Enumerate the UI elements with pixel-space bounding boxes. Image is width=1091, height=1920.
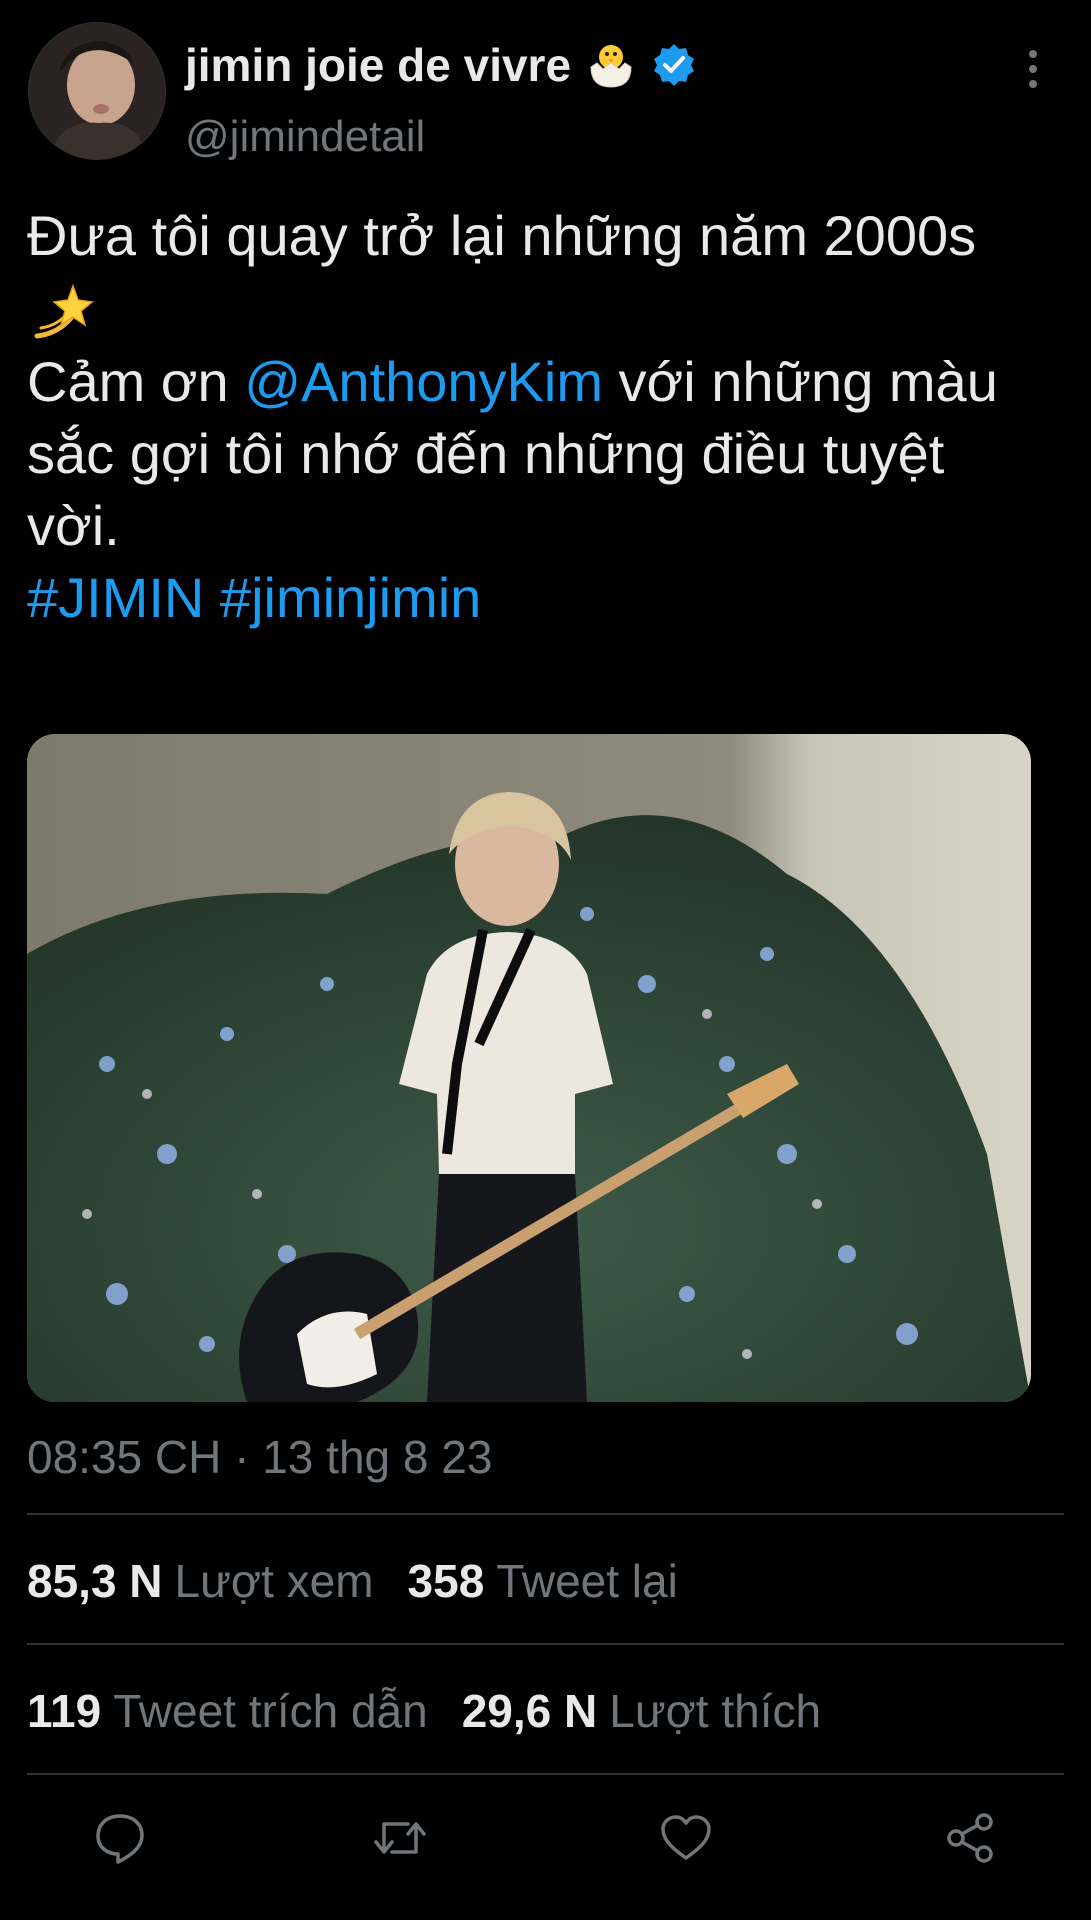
retweets-stat[interactable]: 358 Tweet lại (408, 1554, 678, 1608)
tweet-line: Cảm ơn @AnthonyKim với những màu (27, 346, 1077, 418)
likes-label: Lượt thích (609, 1685, 822, 1737)
dizzy-sparkle-icon (27, 278, 95, 346)
display-name[interactable]: jimin joie de vivre (185, 38, 697, 92)
hashtag-link[interactable]: #JIMIN (27, 566, 204, 629)
quotes-count: 119 (27, 1685, 102, 1737)
views-stat[interactable]: 85,3 N Lượt xem (27, 1554, 374, 1608)
divider (27, 1513, 1064, 1515)
tweet-text: Đưa tôi quay trở lại những năm 2000s Cảm… (27, 200, 1077, 634)
retweets-count: 358 (407, 1555, 485, 1607)
hatching-chick-icon (585, 39, 637, 91)
avatar-image (29, 23, 165, 159)
divider (27, 1773, 1064, 1775)
tweet-action-bar (0, 1800, 1091, 1880)
tweet-line: vời. (27, 494, 120, 558)
views-count: 85,3 N (27, 1555, 163, 1607)
likes-stat[interactable]: 29,6 N Lượt thích (462, 1684, 821, 1738)
tweet-text-segment: Cảm ơn (27, 350, 245, 414)
handle[interactable]: @jimindetail (185, 112, 425, 162)
tweet-line-emoji (27, 272, 1077, 346)
tweet-photo-image (27, 734, 1031, 1402)
mention-link[interactable]: @AnthonyKim (244, 350, 603, 413)
stats-row: 85,3 N Lượt xem 358 Tweet lại (27, 1554, 712, 1608)
reply-icon[interactable] (92, 1810, 148, 1866)
heart-icon[interactable] (658, 1810, 714, 1866)
retweets-label: Tweet lại (496, 1555, 678, 1607)
tweet-header: jimin joie de vivre @jimindetail (0, 0, 1091, 180)
tweet-line: sắc gợi tôi nhớ đến những điều tuyệt (27, 422, 945, 486)
stats-row: 119 Tweet trích dẫn 29,6 N Lượt thích (27, 1684, 855, 1738)
divider (27, 1643, 1064, 1645)
share-icon[interactable] (942, 1810, 998, 1866)
hashtag-link[interactable]: #jiminjimin (220, 566, 481, 629)
more-vertical-icon[interactable] (1018, 46, 1048, 92)
tweet-line-hashtags: #JIMIN #jiminjimin (27, 562, 1077, 634)
retweet-icon[interactable] (372, 1810, 428, 1866)
tweet-line: Đưa tôi quay trở lại những năm 2000s (27, 204, 977, 267)
tweet-photo[interactable] (27, 734, 1031, 1402)
tweet-text-segment: với những màu (603, 350, 998, 414)
tweet-timestamp[interactable]: 08:35 CH · 13 thg 8 23 (27, 1430, 492, 1484)
likes-count: 29,6 N (461, 1685, 598, 1737)
verified-badge-icon (651, 42, 697, 88)
quotes-stat[interactable]: 119 Tweet trích dẫn (27, 1684, 428, 1738)
avatar[interactable] (28, 22, 166, 160)
display-name-text: jimin joie de vivre (185, 39, 572, 91)
views-label: Lượt xem (174, 1555, 374, 1607)
quotes-label: Tweet trích dẫn (113, 1685, 428, 1737)
